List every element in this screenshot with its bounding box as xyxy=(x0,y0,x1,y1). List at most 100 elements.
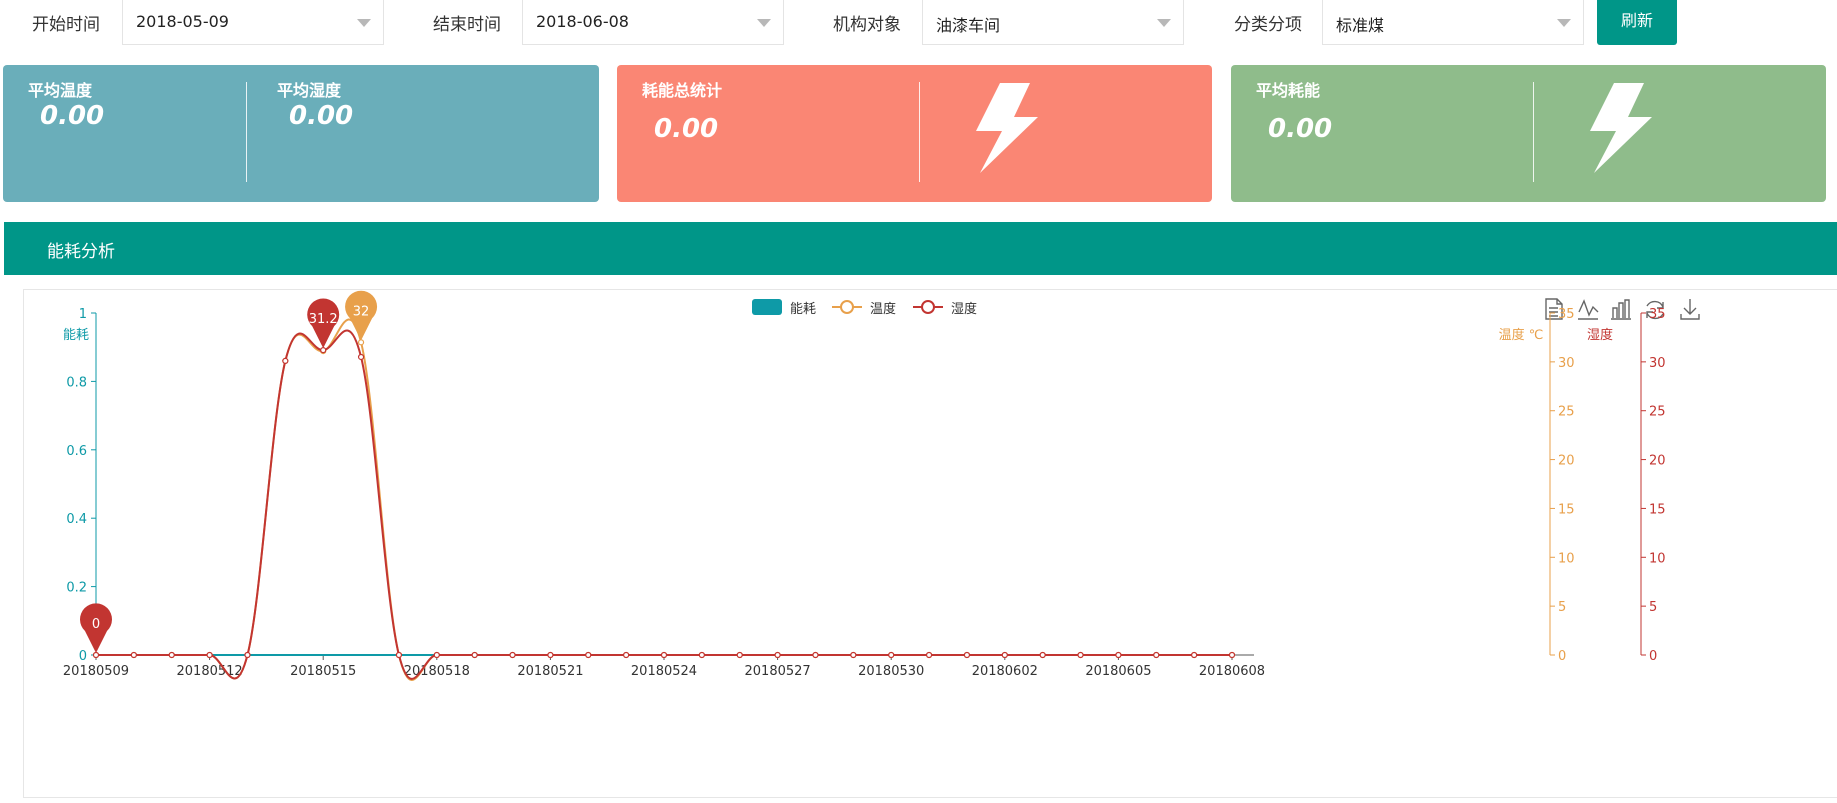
y-axis-temp-tick-label: 0 xyxy=(1558,649,1566,664)
start-time-label: 开始时间 xyxy=(32,15,100,35)
data-point-humidity xyxy=(357,353,365,361)
chevron-down-icon xyxy=(1157,19,1171,27)
data-point-humidity xyxy=(244,651,251,659)
data-point-humidity xyxy=(774,651,781,659)
y-axis-temp-title: 温度 ℃ xyxy=(1499,327,1544,343)
chart-legend: 能耗 温度 湿度 xyxy=(752,299,977,317)
data-point-humidity xyxy=(1001,651,1008,659)
data-point-humidity xyxy=(395,651,403,659)
org-label: 机构对象 xyxy=(833,15,901,35)
data-point-humidity xyxy=(660,651,668,659)
y-axis-humidity-tick-label: 0 xyxy=(1649,649,1657,664)
x-axis-tick-label: 20180605 xyxy=(1085,664,1151,679)
lightning-bolt-icon xyxy=(976,83,1038,173)
data-point-humidity xyxy=(736,651,743,659)
y-axis-temp-tick-label: 35 xyxy=(1558,307,1575,322)
chevron-down-icon xyxy=(1557,19,1571,27)
start-time-value: 2018-05-09 xyxy=(136,12,229,31)
y-axis-humidity-tick-label: 5 xyxy=(1649,600,1657,615)
data-point-humidity xyxy=(1228,651,1236,659)
end-time-value: 2018-06-08 xyxy=(536,12,629,31)
bar-chart-icon[interactable] xyxy=(1611,299,1631,320)
data-point-humidity xyxy=(623,651,630,659)
marker-pin-label: 31.2 xyxy=(309,312,338,327)
data-point-humidity xyxy=(812,651,819,659)
data-point-humidity xyxy=(1115,651,1122,659)
org-value: 油漆车间 xyxy=(936,16,1001,35)
data-point-humidity xyxy=(1153,651,1160,659)
start-time-select[interactable]: 2018-05-09 xyxy=(122,0,384,45)
marker-pin: 0 xyxy=(80,603,112,653)
legend-item-humidity[interactable]: 湿度 xyxy=(913,300,977,317)
y-axis-temp-tick-label: 20 xyxy=(1558,454,1575,469)
data-point-humidity xyxy=(92,651,100,659)
avg-energy-card: 平均耗能 0.00 xyxy=(1231,65,1826,202)
y-axis-left-tick-label: 0.6 xyxy=(66,444,87,459)
total-energy-value: 0.00 xyxy=(654,114,719,144)
category-value: 标准煤 xyxy=(1336,16,1385,35)
data-point-temp xyxy=(357,339,365,346)
y-axis-humidity-tick-label: 25 xyxy=(1649,405,1666,420)
filter-bar: 开始时间 2018-05-09 结束时间 2018-06-08 机构对象 油漆车… xyxy=(0,0,1837,56)
legend-swatch-energy xyxy=(752,299,782,315)
x-axis-tick-label: 20180512 xyxy=(177,664,243,679)
panel-header: 能耗分析 xyxy=(4,222,1837,275)
data-point-humidity xyxy=(547,651,554,659)
legend-item-energy[interactable]: 能耗 xyxy=(752,299,816,317)
legend-label-energy: 能耗 xyxy=(790,302,816,317)
org-select[interactable]: 油漆车间 xyxy=(922,0,1184,45)
y-axis-humidity-tick-label: 10 xyxy=(1649,551,1666,566)
x-axis-tick-label: 20180524 xyxy=(631,664,697,679)
data-point-humidity xyxy=(471,651,478,659)
end-time-select[interactable]: 2018-06-08 xyxy=(522,0,784,45)
refresh-button[interactable]: 刷新 xyxy=(1597,0,1677,45)
line-chart-icon[interactable] xyxy=(1578,299,1599,320)
data-point-humidity xyxy=(925,651,933,659)
x-axis-tick-label: 20180530 xyxy=(858,664,924,679)
y-axis-left-tick-label: 0.4 xyxy=(66,512,87,527)
series-line-humidity xyxy=(96,329,1232,680)
avg-energy-value: 0.00 xyxy=(1268,114,1333,144)
data-point-humidity xyxy=(1039,651,1046,659)
y-axis-humidity-title: 湿度 xyxy=(1587,327,1613,343)
data-point-humidity xyxy=(282,357,289,364)
card-divider xyxy=(919,82,920,182)
data-point-humidity xyxy=(1191,651,1198,659)
marker-pin-label: 0 xyxy=(92,617,100,632)
chart-markers: 31.2 32 0 xyxy=(80,290,378,653)
y-axis-left-tick-label: 0.8 xyxy=(66,375,87,390)
avg-temp-value: 0.00 xyxy=(40,101,105,131)
avg-humidity-label: 平均湿度 xyxy=(277,81,342,100)
total-energy-card: 耗能总统计 0.00 xyxy=(617,65,1212,202)
legend-label-temp: 温度 xyxy=(870,301,896,317)
avg-energy-label: 平均耗能 xyxy=(1256,81,1321,100)
legend-dot-temp xyxy=(840,300,854,314)
data-point-humidity xyxy=(1077,651,1084,659)
chevron-down-icon xyxy=(757,19,771,27)
data-point-humidity xyxy=(698,651,705,659)
data-point-humidity xyxy=(320,347,327,354)
category-select[interactable]: 标准煤 xyxy=(1322,0,1584,45)
y-axis-temp-tick-label: 15 xyxy=(1558,502,1575,517)
data-point-humidity xyxy=(168,651,175,659)
y-axis-left-tick-label: 0 xyxy=(79,649,87,664)
total-energy-label: 耗能总统计 xyxy=(642,81,723,100)
x-axis-tick-label: 20180527 xyxy=(745,664,811,679)
energy-chart-container: 能耗 温度 湿度 能耗 温度 ℃ 湿度 0 0.2 0.4 0.6 0.8 1 … xyxy=(23,289,1837,798)
data-point-humidity xyxy=(206,651,213,659)
chart-axes: 00.20.40.60.8105101520253035051015202530… xyxy=(63,307,1666,679)
legend-label-humidity: 湿度 xyxy=(951,301,977,317)
y-axis-humidity-tick-label: 30 xyxy=(1649,356,1666,371)
end-time-label: 结束时间 xyxy=(433,15,501,35)
data-point-humidity xyxy=(509,651,516,659)
y-axis-left-tick-label: 1 xyxy=(79,307,87,322)
legend-item-temp[interactable]: 温度 xyxy=(832,300,896,317)
energy-chart: 能耗 温度 湿度 能耗 温度 ℃ 湿度 00.20.40.60.81051015… xyxy=(63,290,1700,682)
y-axis-temp-tick-label: 30 xyxy=(1558,356,1575,371)
x-axis-tick-label: 20180509 xyxy=(63,664,129,679)
y-axis-temp-tick-label: 10 xyxy=(1558,551,1575,566)
download-icon[interactable] xyxy=(1680,299,1700,320)
x-axis-tick-label: 20180608 xyxy=(1199,664,1265,679)
y-axis-humidity-tick-label: 15 xyxy=(1649,502,1666,517)
marker-pin: 32 xyxy=(345,290,378,341)
